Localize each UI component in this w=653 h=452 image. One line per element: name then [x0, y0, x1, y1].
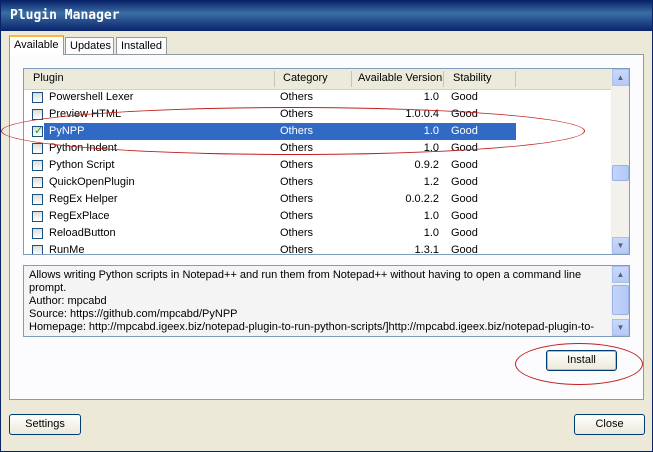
column-header-stability[interactable]: Stability — [453, 72, 492, 86]
plugin-checkbox[interactable] — [32, 92, 43, 103]
plugin-stability: Good — [451, 142, 478, 154]
plugin-stability: Good — [451, 125, 478, 137]
plugin-row[interactable]: Preview HTML Others 1.0.0.4 Good — [24, 106, 612, 123]
plugin-stability: Good — [451, 193, 478, 205]
plugin-name: PyNPP — [49, 125, 85, 137]
plugin-category: Others — [280, 176, 314, 188]
plugin-name: ReloadButton — [49, 227, 116, 239]
description-line: Source: https://github.com/mpcabd/PyNPP — [29, 308, 238, 320]
scroll-up-icon[interactable]: ▲ — [612, 69, 629, 86]
plugin-stability: Good — [451, 108, 478, 120]
plugin-name: Preview HTML — [49, 108, 122, 120]
plugin-checkbox[interactable] — [32, 245, 43, 254]
plugin-checkbox[interactable] — [32, 109, 43, 120]
plugin-category: Others — [280, 193, 314, 205]
plugin-version: 0.9.2 — [414, 159, 439, 171]
plugin-checkbox[interactable] — [32, 160, 43, 171]
install-button[interactable]: Install — [546, 350, 617, 371]
list-header: Plugin Category Available Version Stabil… — [24, 69, 612, 90]
plugin-stability: Good — [451, 210, 478, 222]
check-icon: ✓ — [34, 125, 44, 137]
plugin-version: 1.3.1 — [414, 244, 439, 255]
description-line: prompt. — [29, 282, 67, 294]
plugin-version: 1.0.0.4 — [405, 108, 439, 120]
plugin-category: Others — [280, 244, 314, 255]
column-header-version[interactable]: Available Version — [358, 72, 442, 86]
plugin-row[interactable]: ✓ PyNPP Others 1.0 Good — [24, 123, 612, 140]
plugin-checkbox[interactable] — [32, 211, 43, 222]
plugin-category: Others — [280, 210, 314, 222]
window-title: Plugin Manager — [10, 8, 120, 23]
plugin-category: Others — [280, 108, 314, 120]
plugin-row[interactable]: QuickOpenPlugin Others 1.2 Good — [24, 174, 612, 191]
tab-available[interactable]: Available — [9, 35, 64, 55]
plugin-version: 1.0 — [423, 91, 439, 103]
plugin-stability: Good — [451, 244, 478, 255]
column-divider[interactable] — [274, 71, 275, 87]
tab-installed[interactable]: Installed — [116, 37, 167, 54]
plugin-row[interactable]: Python Script Others 0.9.2 Good — [24, 157, 612, 174]
description-line: Homepage: http://mpcabd.igeex.biz/notepa… — [29, 321, 594, 333]
column-divider[interactable] — [443, 71, 444, 87]
scroll-down-icon[interactable]: ▼ — [612, 319, 629, 336]
column-header-plugin[interactable]: Plugin — [33, 72, 64, 86]
description-scrollbar[interactable]: ▲ ▼ — [611, 266, 629, 336]
plugin-name: RunMe — [49, 244, 85, 255]
plugin-name: Python Script — [49, 159, 115, 171]
plugin-checkbox[interactable] — [32, 143, 43, 154]
scroll-up-icon[interactable]: ▲ — [612, 266, 629, 283]
plugin-row[interactable]: ReloadButton Others 1.0 Good — [24, 225, 612, 242]
plugin-list[interactable]: Plugin Category Available Version Stabil… — [23, 68, 630, 255]
plugin-row[interactable]: RunMe Others 1.3.1 Good — [24, 242, 612, 255]
plugin-row[interactable]: RegEx Helper Others 0.0.2.2 Good — [24, 191, 612, 208]
list-scrollbar[interactable]: ▲ ▼ — [611, 69, 629, 254]
plugin-name: RegExPlace — [49, 210, 110, 222]
plugin-description: Allows writing Python scripts in Notepad… — [23, 265, 630, 337]
plugin-category: Others — [280, 227, 314, 239]
plugin-version: 1.0 — [423, 125, 439, 137]
plugin-row[interactable]: RegExPlace Others 1.0 Good — [24, 208, 612, 225]
scroll-thumb[interactable] — [612, 285, 629, 315]
title-bar[interactable]: Plugin Manager — [1, 1, 652, 31]
plugin-checkbox[interactable] — [32, 228, 43, 239]
description-line: Allows writing Python scripts in Notepad… — [29, 269, 582, 281]
plugin-category: Others — [280, 91, 314, 103]
plugin-version: 1.0 — [423, 142, 439, 154]
plugin-stability: Good — [451, 227, 478, 239]
column-header-category[interactable]: Category — [283, 72, 328, 86]
plugin-manager-window: Plugin Manager Available Updates Install… — [0, 0, 653, 452]
scroll-down-icon[interactable]: ▼ — [612, 237, 629, 254]
plugin-stability: Good — [451, 159, 478, 171]
column-divider[interactable] — [351, 71, 352, 87]
settings-button[interactable]: Settings — [9, 414, 81, 435]
plugin-category: Others — [280, 125, 314, 137]
plugin-name: Powershell Lexer — [49, 91, 134, 103]
plugin-row[interactable]: Python Indent Others 1.0 Good — [24, 140, 612, 157]
plugin-stability: Good — [451, 91, 478, 103]
plugin-name: RegEx Helper — [49, 193, 118, 205]
plugin-checkbox[interactable] — [32, 194, 43, 205]
plugin-version: 1.2 — [423, 176, 439, 188]
plugin-row[interactable]: Powershell Lexer Others 1.0 Good — [24, 89, 612, 106]
close-button[interactable]: Close — [574, 414, 645, 435]
plugin-version: 1.0 — [423, 210, 439, 222]
column-divider[interactable] — [515, 71, 516, 87]
plugin-stability: Good — [451, 176, 478, 188]
plugin-checkbox[interactable] — [32, 177, 43, 188]
plugin-version: 1.0 — [423, 227, 439, 239]
scroll-thumb[interactable] — [612, 165, 629, 181]
plugin-checkbox[interactable]: ✓ — [32, 125, 44, 137]
plugin-category: Others — [280, 142, 314, 154]
plugin-name: Python Indent — [49, 142, 117, 154]
tab-updates[interactable]: Updates — [65, 37, 114, 54]
plugin-category: Others — [280, 159, 314, 171]
description-line: Author: mpcabd — [29, 295, 107, 307]
plugin-version: 0.0.2.2 — [405, 193, 439, 205]
plugin-name: QuickOpenPlugin — [49, 176, 135, 188]
